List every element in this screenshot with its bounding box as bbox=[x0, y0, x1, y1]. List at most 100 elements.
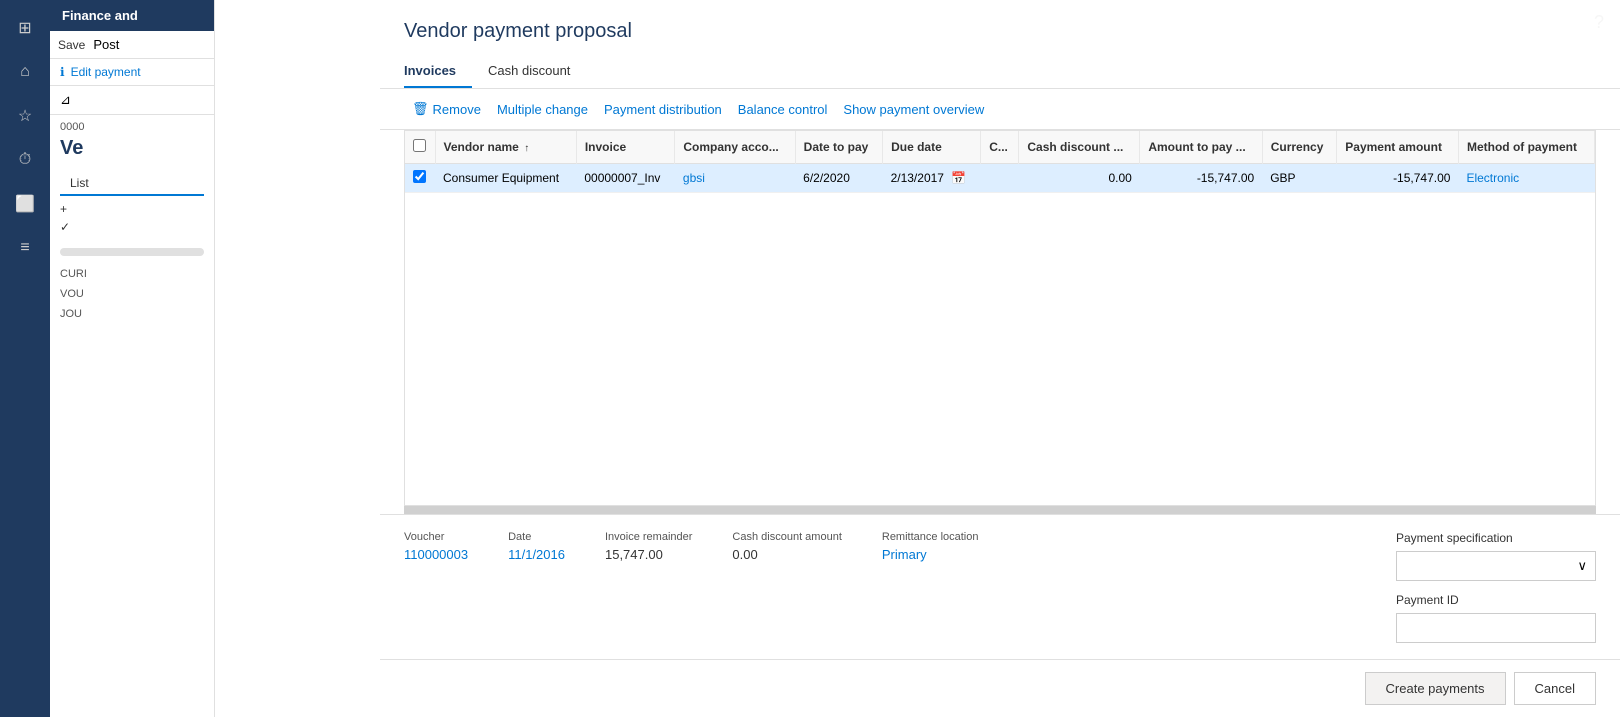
cell-method-of-payment: Electronic bbox=[1458, 164, 1594, 193]
remittance-location-label: Remittance location bbox=[882, 531, 979, 543]
cell-cash-discount: 0.00 bbox=[1019, 164, 1140, 193]
payment-spec-label: Payment specification bbox=[1396, 531, 1596, 545]
sidebar-icon-grid[interactable]: ⊞ bbox=[5, 8, 45, 48]
select-all-checkbox[interactable] bbox=[413, 139, 426, 152]
col-vendor-name: Vendor name ↑ bbox=[435, 131, 576, 164]
col-payment-amount: Payment amount bbox=[1337, 131, 1459, 164]
main-content: ? Vendor payment proposal Invoices Cash … bbox=[215, 0, 1620, 717]
date-label: Date bbox=[508, 531, 565, 543]
tab-cash-discount[interactable]: Cash discount bbox=[488, 55, 586, 88]
cash-discount-amount-value: 0.00 bbox=[732, 547, 841, 562]
vou-label: VOU bbox=[50, 284, 214, 304]
sidebar-icon-chart[interactable]: ⬜ bbox=[5, 184, 45, 224]
cell-c bbox=[981, 164, 1019, 193]
col-method-of-payment: Method of payment bbox=[1458, 131, 1594, 164]
remove-icon: 🗑 bbox=[412, 101, 429, 117]
col-c: C... bbox=[981, 131, 1019, 164]
cash-discount-amount-label: Cash discount amount bbox=[732, 531, 841, 543]
sidebar-icon-list[interactable]: ≡ bbox=[5, 228, 45, 268]
dialog-toolbar: 🗑 Remove Multiple change Payment distrib… bbox=[380, 89, 1620, 130]
remittance-location-value[interactable]: Primary bbox=[882, 547, 979, 562]
balance-control-button[interactable]: Balance control bbox=[730, 98, 836, 121]
left-scrollbar[interactable] bbox=[60, 248, 204, 256]
dialog-footer: Create payments Cancel bbox=[380, 659, 1620, 717]
edit-payment-label: Edit payment bbox=[71, 65, 141, 79]
left-actions: + ✓ bbox=[50, 196, 214, 240]
col-amount-to-pay: Amount to pay ... bbox=[1140, 131, 1262, 164]
post-label: Post bbox=[93, 37, 119, 52]
payment-spec-dropdown[interactable]: ∨ bbox=[1396, 551, 1596, 581]
grid-scrollbar[interactable] bbox=[404, 506, 1596, 514]
edit-payment-button[interactable]: ℹ Edit payment bbox=[50, 59, 214, 86]
save-button[interactable]: Save bbox=[58, 38, 85, 52]
cell-vendor-name: Consumer Equipment bbox=[435, 164, 576, 193]
method-link[interactable]: Electronic bbox=[1466, 171, 1519, 185]
cash-discount-amount-field: Cash discount amount 0.00 bbox=[732, 531, 841, 562]
cell-due-date: 2/13/2017 📅 bbox=[883, 164, 981, 193]
chevron-down-icon: ∨ bbox=[1577, 558, 1587, 574]
cell-currency: GBP bbox=[1262, 164, 1337, 193]
date-field: Date 11/1/2016 bbox=[508, 531, 565, 562]
add-action[interactable]: + bbox=[60, 202, 204, 216]
sidebar: ⊞ ⌂ ☆ ⏱ ⬜ ≡ bbox=[0, 0, 50, 717]
invoice-remainder-value: 15,747.00 bbox=[605, 547, 692, 562]
cell-date-to-pay: 6/2/2020 bbox=[795, 164, 882, 193]
bottom-fields: Voucher 110000003 Date 11/1/2016 Invoice… bbox=[404, 531, 1596, 643]
voucher-field: Voucher 110000003 bbox=[404, 531, 468, 562]
company-link[interactable]: gbsi bbox=[683, 171, 705, 185]
app-title: Finance and bbox=[50, 0, 214, 31]
invoice-remainder-label: Invoice remainder bbox=[605, 531, 692, 543]
sidebar-icon-home[interactable]: ⌂ bbox=[5, 52, 45, 92]
col-cash-discount: Cash discount ... bbox=[1019, 131, 1140, 164]
table-row[interactable]: Consumer Equipment 00000007_Inv gbsi 6/2… bbox=[405, 164, 1595, 193]
row-checkbox-cell bbox=[405, 164, 435, 193]
sort-vendor-icon[interactable]: ↑ bbox=[524, 143, 529, 154]
payment-id-label: Payment ID bbox=[1396, 593, 1596, 607]
voucher-label: Voucher bbox=[404, 531, 468, 543]
col-company-acco: Company acco... bbox=[675, 131, 795, 164]
multiple-change-button[interactable]: Multiple change bbox=[489, 98, 596, 121]
cell-payment-amount: -15,747.00 bbox=[1337, 164, 1459, 193]
left-toolbar: Save Post bbox=[50, 31, 214, 59]
sidebar-icon-star[interactable]: ☆ bbox=[5, 96, 45, 136]
payment-distribution-button[interactable]: Payment distribution bbox=[596, 98, 730, 121]
payment-id-input[interactable] bbox=[1396, 613, 1596, 643]
col-currency: Currency bbox=[1262, 131, 1337, 164]
payment-id-field: Payment ID bbox=[1396, 593, 1596, 643]
row-checkbox[interactable] bbox=[413, 170, 426, 183]
payment-spec-field: Payment specification ∨ bbox=[1396, 531, 1596, 581]
date-value[interactable]: 11/1/2016 bbox=[508, 547, 565, 562]
dialog-title: Vendor payment proposal bbox=[380, 0, 1620, 55]
col-due-date: Due date bbox=[883, 131, 981, 164]
info-icon: ℹ bbox=[60, 65, 65, 79]
cell-company-acco: gbsi bbox=[675, 164, 795, 193]
voucher-value[interactable]: 110000003 bbox=[404, 547, 468, 562]
curi-label: CURI bbox=[50, 264, 214, 284]
cell-invoice: 00000007_Inv bbox=[576, 164, 675, 193]
col-date-to-pay: Date to pay bbox=[795, 131, 882, 164]
vendor-abbr: Ve bbox=[50, 135, 214, 168]
filter-icon[interactable]: ⊿ bbox=[60, 92, 71, 107]
create-payments-button[interactable]: Create payments bbox=[1365, 672, 1506, 705]
left-panel: Finance and Save Post ℹ Edit payment ⊿ 0… bbox=[50, 0, 215, 717]
vendor-payment-dialog: Vendor payment proposal Invoices Cash di… bbox=[380, 0, 1620, 717]
invoice-grid: Vendor name ↑ Invoice Company acco... Da… bbox=[404, 130, 1596, 506]
filter-row: ⊿ bbox=[50, 86, 214, 115]
tab-invoices[interactable]: Invoices bbox=[404, 55, 472, 88]
remove-button[interactable]: 🗑 Remove bbox=[404, 97, 489, 121]
sidebar-icon-clock[interactable]: ⏱ bbox=[5, 140, 45, 180]
col-invoice: Invoice bbox=[576, 131, 675, 164]
cancel-button[interactable]: Cancel bbox=[1514, 672, 1596, 705]
col-checkbox bbox=[405, 131, 435, 164]
calendar-icon[interactable]: 📅 bbox=[951, 171, 966, 185]
check-action[interactable]: ✓ bbox=[60, 220, 204, 234]
bottom-section: Voucher 110000003 Date 11/1/2016 Invoice… bbox=[380, 514, 1620, 659]
record-id: 0000 bbox=[50, 115, 214, 135]
cell-amount-to-pay: -15,747.00 bbox=[1140, 164, 1262, 193]
jou-label: JOU bbox=[50, 304, 214, 324]
list-tab[interactable]: List bbox=[60, 172, 204, 196]
invoice-remainder-field: Invoice remainder 15,747.00 bbox=[605, 531, 692, 562]
remittance-location-field: Remittance location Primary bbox=[882, 531, 979, 562]
show-payment-overview-button[interactable]: Show payment overview bbox=[835, 98, 992, 121]
right-fields: Payment specification ∨ Payment ID bbox=[1396, 531, 1596, 643]
